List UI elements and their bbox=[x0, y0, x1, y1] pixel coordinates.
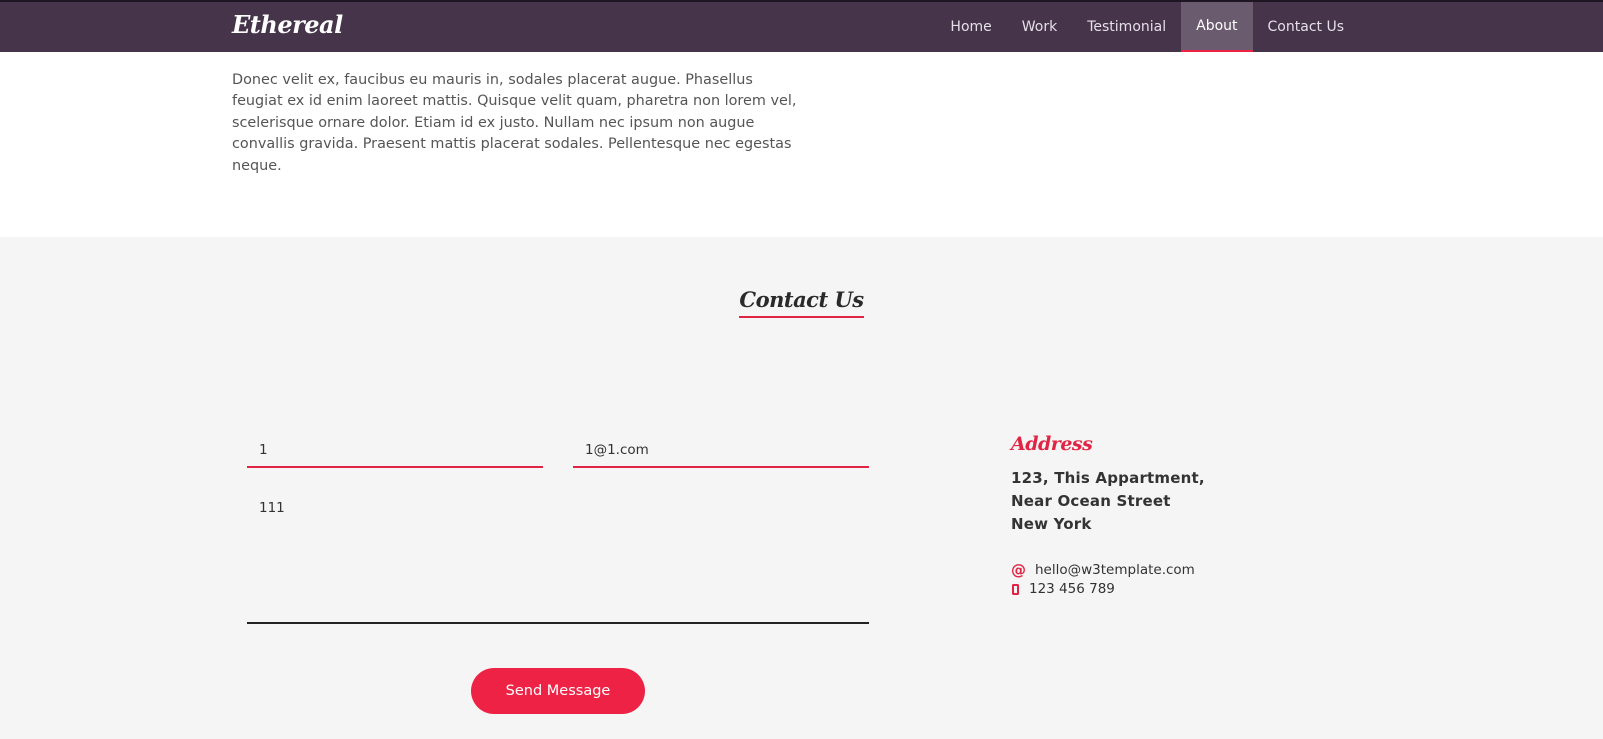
name-input[interactable] bbox=[247, 434, 543, 468]
nav-item-work[interactable]: Work bbox=[1007, 2, 1072, 52]
send-message-button[interactable]: Send Message bbox=[471, 668, 645, 714]
nav-item-testimonial[interactable]: Testimonial bbox=[1072, 2, 1181, 52]
address-line-3: New York bbox=[1011, 515, 1092, 533]
contact-phone-row: 123 456 789 bbox=[1011, 581, 1115, 597]
at-icon: @ bbox=[1011, 561, 1026, 579]
main-nav: Home Work Testimonial About Contact Us bbox=[935, 2, 1359, 52]
address-title: Address bbox=[1011, 433, 1093, 455]
mobile-phone-icon bbox=[1012, 583, 1019, 595]
nav-item-home[interactable]: Home bbox=[935, 2, 1006, 52]
address-line-1: 123, This Appartment, bbox=[1011, 469, 1205, 487]
about-paragraph: Donec velit ex, faucibus eu mauris in, s… bbox=[232, 72, 797, 174]
brand-logo[interactable]: Ethereal bbox=[232, 10, 343, 39]
contact-section: Contact Us 111 Send Message Address 123,… bbox=[0, 237, 1603, 739]
navbar: Ethereal Home Work Testimonial About Con… bbox=[0, 0, 1603, 52]
contact-phone[interactable]: 123 456 789 bbox=[1029, 581, 1115, 597]
contact-title-wrap: Contact Us bbox=[0, 287, 1603, 318]
message-textarea[interactable]: 111 bbox=[247, 494, 869, 624]
contact-title: Contact Us bbox=[739, 287, 864, 318]
email-input[interactable] bbox=[573, 434, 869, 468]
contact-email-row: @ hello@w3template.com bbox=[1011, 561, 1195, 579]
contact-email[interactable]: hello@w3template.com bbox=[1035, 562, 1195, 578]
nav-item-contact-us[interactable]: Contact Us bbox=[1253, 2, 1359, 52]
nav-item-about[interactable]: About bbox=[1181, 2, 1253, 52]
address-line-2: Near Ocean Street bbox=[1011, 492, 1171, 510]
